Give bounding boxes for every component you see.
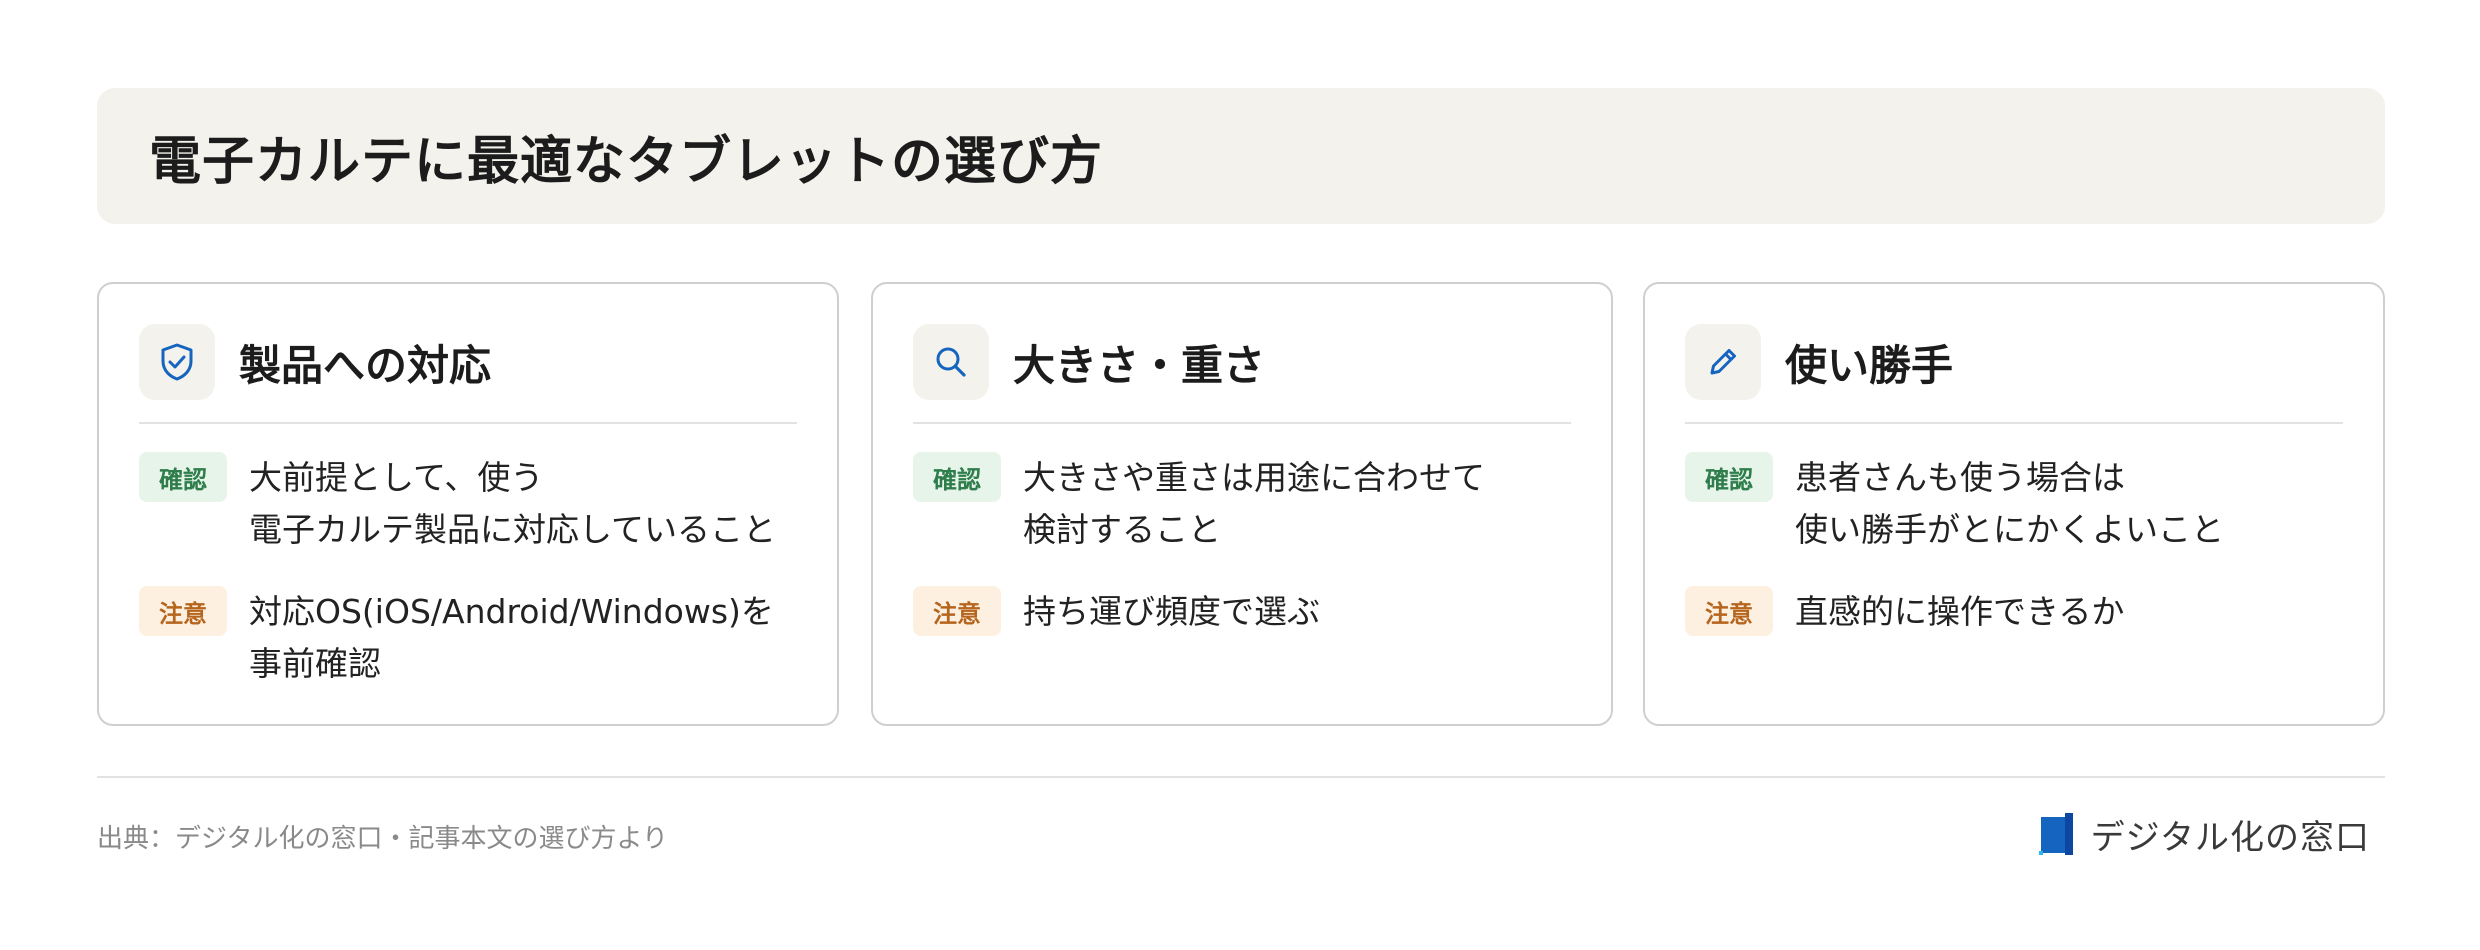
card-header: 使い勝手 — [1685, 324, 2343, 424]
list-item: 注意 直感的に操作できるか — [1685, 586, 2343, 638]
source-citation: 出典：デジタル化の窓口・記事本文の選び方より — [97, 824, 668, 854]
title-banner: 電子カルテに最適なタブレットの選び方 — [97, 88, 2385, 224]
confirm-badge: 確認 — [913, 452, 1001, 502]
search-icon — [913, 324, 989, 400]
card-product-support: 製品への対応 確認 大前提として、使う 電子カルテ製品に対応していること 注意 … — [97, 282, 839, 726]
card-title: 製品への対応 — [239, 340, 492, 390]
cards-container: 製品への対応 確認 大前提として、使う 電子カルテ製品に対応していること 注意 … — [97, 282, 2385, 726]
item-text: 対応OS(iOS/Android/Windows)を 事前確認 — [249, 592, 774, 683]
list-item: 確認 患者さんも使う場合は 使い勝手がとにかくよいこと — [1685, 452, 2343, 556]
list-item: 注意 対応OS(iOS/Android/Windows)を 事前確認 — [139, 586, 797, 690]
caution-badge: 注意 — [913, 586, 1001, 636]
page-title: 電子カルテに最適なタブレットの選び方 — [149, 131, 1104, 192]
item-text: 大きさや重さは用途に合わせて 検討すること — [1023, 458, 1485, 549]
brand-name: デジタル化の窓口 — [2090, 817, 2370, 858]
list-item: 確認 大前提として、使う 電子カルテ製品に対応していること — [139, 452, 797, 556]
card-size-weight: 大きさ・重さ 確認 大きさや重さは用途に合わせて 検討すること 注意 持ち運び頻… — [871, 282, 1613, 726]
shield-check-icon — [139, 324, 215, 400]
footer-divider — [97, 776, 2385, 778]
card-title: 使い勝手 — [1785, 340, 1954, 390]
confirm-badge: 確認 — [1685, 452, 1773, 502]
item-text: 大前提として、使う 電子カルテ製品に対応していること — [249, 458, 777, 549]
item-text: 直感的に操作できるか — [1795, 592, 2125, 631]
caution-badge: 注意 — [139, 586, 227, 636]
brand-door-icon — [2038, 813, 2073, 855]
card-header: 大きさ・重さ — [913, 324, 1571, 424]
item-text: 患者さんも使う場合は 使い勝手がとにかくよいこと — [1795, 458, 2224, 549]
card-title: 大きさ・重さ — [1013, 340, 1266, 390]
brand-logo: デジタル化の窓口 — [2038, 810, 2370, 858]
card-usability: 使い勝手 確認 患者さんも使う場合は 使い勝手がとにかくよいこと 注意 直感的に… — [1643, 282, 2385, 726]
pencil-icon — [1685, 324, 1761, 400]
caution-badge: 注意 — [1685, 586, 1773, 636]
item-text: 持ち運び頻度で選ぶ — [1023, 592, 1320, 631]
confirm-badge: 確認 — [139, 452, 227, 502]
card-header: 製品への対応 — [139, 324, 797, 424]
list-item: 注意 持ち運び頻度で選ぶ — [913, 586, 1571, 638]
list-item: 確認 大きさや重さは用途に合わせて 検討すること — [913, 452, 1571, 556]
